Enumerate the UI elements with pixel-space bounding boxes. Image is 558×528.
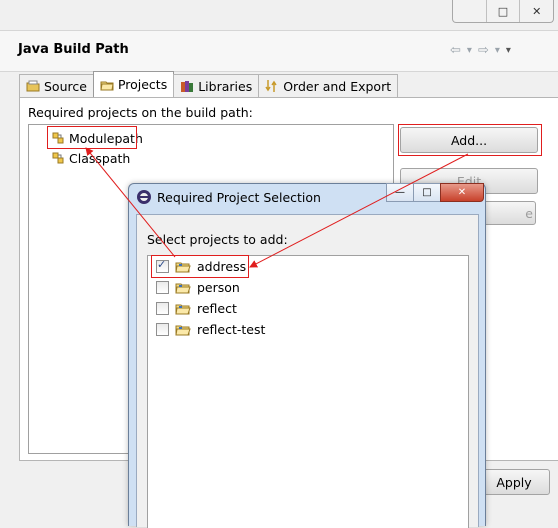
arrow-address-to-modulepath bbox=[85, 147, 176, 258]
arrow-add-to-address bbox=[249, 153, 469, 268]
annotation-arrows bbox=[85, 147, 469, 268]
